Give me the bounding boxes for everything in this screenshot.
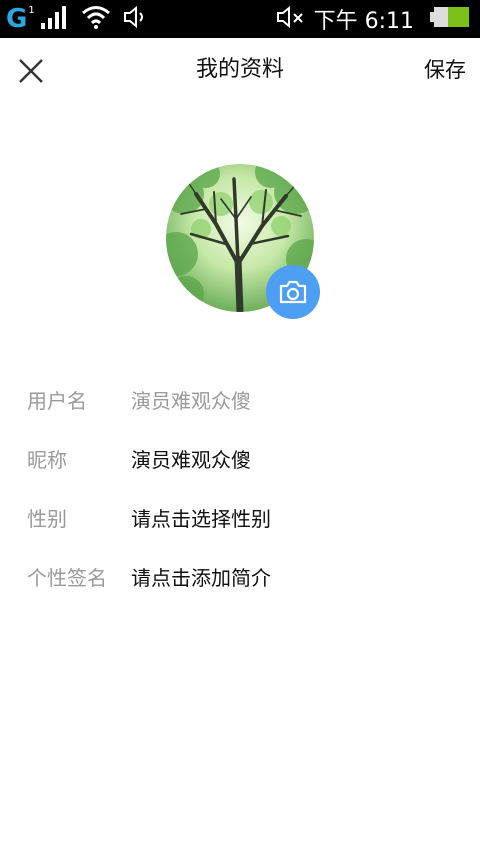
camera-icon xyxy=(279,280,307,304)
field-row-signature[interactable]: 个性签名 请点击添加简介 xyxy=(0,549,480,608)
status-bar: G 1 下午 6:11 xyxy=(0,0,480,38)
wifi-icon xyxy=(81,5,111,33)
username-value: 演员难观众傻 xyxy=(131,389,251,413)
gender-label: 性别 xyxy=(27,507,67,531)
mute-icon xyxy=(276,5,306,33)
nickname-value[interactable]: 演员难观众傻 xyxy=(131,431,251,490)
status-bar-left: G 1 xyxy=(6,0,151,38)
sim-index-label: 1 xyxy=(28,4,35,16)
username-label: 用户名 xyxy=(27,389,87,413)
battery-icon xyxy=(430,6,470,32)
profile-form: 用户名 演员难观众傻 昵称 演员难观众傻 性别 请点击选择性别 个性签名 请点击… xyxy=(0,372,480,608)
field-row-username: 用户名 演员难观众傻 xyxy=(0,372,480,431)
volume-icon xyxy=(123,5,151,33)
app-header: 我的资料 保存 xyxy=(0,38,480,102)
signal-bars-icon xyxy=(40,5,67,33)
field-row-gender[interactable]: 性别 请点击选择性别 xyxy=(0,490,480,549)
change-avatar-button[interactable] xyxy=(266,265,320,319)
avatar-section xyxy=(166,164,320,319)
nickname-label: 昵称 xyxy=(27,448,67,472)
signature-input[interactable]: 请点击添加简介 xyxy=(131,549,271,608)
clock-time: 下午 6:11 xyxy=(313,9,414,34)
save-button[interactable]: 保存 xyxy=(424,38,466,102)
gender-select[interactable]: 请点击选择性别 xyxy=(131,490,271,549)
signature-label: 个性签名 xyxy=(27,566,107,590)
page-title: 我的资料 xyxy=(195,57,284,82)
field-row-nickname[interactable]: 昵称 演员难观众傻 xyxy=(0,431,480,490)
network-type-label: G xyxy=(6,4,28,34)
status-bar-right: 下午 6:11 xyxy=(270,0,470,38)
